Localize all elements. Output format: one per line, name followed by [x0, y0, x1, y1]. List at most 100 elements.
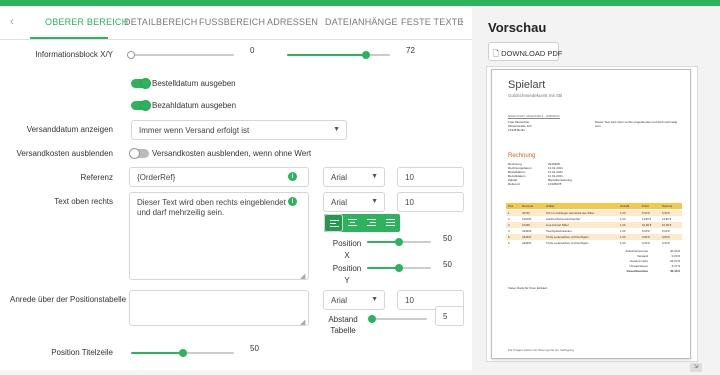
- font-value: Arial: [331, 173, 348, 182]
- position-y-label: Position Y: [332, 264, 362, 285]
- position-x-slider[interactable]: [367, 236, 431, 248]
- resize-handle-icon[interactable]: ◢: [300, 318, 305, 326]
- versandkosten-toggle[interactable]: [129, 148, 149, 159]
- document-icon: 🗋: [493, 49, 500, 58]
- doc-footer-note: Vielen Dank für Ihren Einkauf.: [508, 286, 548, 290]
- text-oben-size-input[interactable]: 10: [397, 192, 464, 212]
- text-oben-font-select[interactable]: Arial ▼: [323, 192, 385, 212]
- tab-oberer-bereich[interactable]: OBERER BEREICH: [45, 17, 128, 27]
- doc-table-cell: 1,00: [620, 223, 626, 227]
- tab-feste-texte[interactable]: FESTE TEXTE: [401, 17, 464, 27]
- versandkosten-label: Versandkosten ausblenden: [16, 149, 113, 158]
- tab-bar: ‹ OBERER BEREICH DETAILBEREICH FUSSBEREI…: [0, 6, 472, 40]
- doc-table-cell: Tauchgoldohrstecker: [546, 229, 572, 233]
- doc-table-cell: 5: [508, 235, 510, 239]
- bezahldatum-toggle[interactable]: [131, 100, 151, 111]
- versanddatum-select[interactable]: Immer wenn Versand erfolgt ist ▼: [131, 120, 347, 140]
- doc-total-label: Umsatzsteuer: [629, 264, 648, 268]
- doc-table-cell: 2: [508, 217, 510, 221]
- referenz-font-select[interactable]: Arial ▼: [323, 167, 385, 187]
- doc-meta-key: Referenz: [508, 182, 521, 186]
- resize-corner-icon[interactable]: ⇲: [690, 363, 702, 372]
- doc-table-cell: 0,00 €: [662, 241, 670, 245]
- doc-table-cell: 444600: [522, 229, 532, 233]
- versanddatum-value: Immer wenn Versand erfolgt ist: [139, 126, 250, 135]
- referenz-input[interactable]: {OrderRef}: [129, 167, 309, 187]
- doc-table-header-cell: Summe: [662, 204, 673, 208]
- doc-total-label: Gesamt netto: [629, 259, 648, 263]
- download-pdf-button[interactable]: 🗋 DOWNLOAD PDF: [488, 42, 563, 61]
- infoblock-x-slider[interactable]: [127, 49, 234, 61]
- infoblock-y-slider[interactable]: [287, 49, 390, 61]
- referenz-size-input[interactable]: 10: [397, 167, 464, 187]
- chevron-down-icon: ▼: [333, 126, 340, 133]
- doc-table-cell: 16,90 €: [662, 223, 672, 227]
- tab-fussbereich[interactable]: FUSSBEREICH: [199, 17, 265, 27]
- doc-bottom-note: Für Fragen stehen wir Ihnen gerne zur Ve…: [508, 348, 575, 352]
- doc-table-cell: 12348: [522, 223, 530, 227]
- doc-table-cell: 121000: [522, 217, 532, 221]
- tab-detailbereich[interactable]: DETAILBEREICH: [124, 17, 197, 27]
- doc-table-row: [506, 234, 682, 240]
- doc-table-cell: 1,00: [620, 217, 626, 221]
- bestelldatum-label: Bestelldatum ausgeben: [152, 79, 236, 88]
- anrede-font-select[interactable]: Arial ▼: [323, 290, 385, 310]
- horizontal-scrollbar[interactable]: [0, 370, 472, 375]
- titelzeile-label: Position Titelzeile: [51, 348, 113, 357]
- doc-table-cell: 0,80 €: [662, 235, 670, 239]
- doc-total-value: 0,00 €: [671, 254, 680, 258]
- info-icon[interactable]: i: [288, 197, 297, 206]
- anrede-textarea[interactable]: [129, 290, 309, 326]
- doc-heading: Rechnung: [508, 153, 536, 159]
- download-pdf-label: DOWNLOAD PDF: [501, 49, 563, 58]
- versandkosten-toggle-label: Versandkosten ausblenden, wenn ohne Wert: [152, 149, 312, 158]
- text-align-group: [324, 214, 400, 232]
- doc-table-cell: 444602: [522, 241, 532, 245]
- font-value: Arial: [331, 198, 348, 207]
- doc-table-cell: Truhe Ledersachen mit Flechtgarn: [546, 235, 589, 239]
- infoblock-label: Informationsblock X/Y: [35, 50, 113, 59]
- position-y-slider[interactable]: [367, 262, 431, 274]
- doc-table-cell: 5,00 €: [642, 229, 650, 233]
- align-justify-icon[interactable]: [381, 214, 400, 232]
- titelzeile-value: 50: [250, 344, 259, 353]
- tab-adressen[interactable]: ADRESSEN: [267, 17, 318, 27]
- doc-total-label: Gesamtsumme: [626, 269, 648, 273]
- doc-table-header-cell: Anzahl: [620, 204, 630, 208]
- doc-table-cell: 5,90 €: [642, 211, 650, 215]
- doc-table-cell: 44720: [522, 211, 530, 215]
- text-oben-rechts-label: Text oben rechts: [54, 197, 113, 206]
- doc-table-cell: 1,00: [620, 241, 626, 245]
- infoblock-x-value: 0: [250, 46, 255, 55]
- text-oben-rechts-textarea[interactable]: Dieser Text wird oben rechts eingeblende…: [129, 192, 309, 280]
- font-value: Arial: [331, 296, 348, 305]
- referenz-label: Referenz: [80, 173, 113, 182]
- active-tab-indicator: [30, 37, 108, 39]
- align-left-icon[interactable]: [324, 214, 343, 232]
- infoblock-y-value: 72: [406, 46, 415, 55]
- doc-table-cell: 11,80 €: [662, 217, 672, 221]
- abstand-tabelle-input[interactable]: 5: [435, 306, 464, 326]
- align-center-icon[interactable]: [343, 214, 362, 232]
- align-right-icon[interactable]: [362, 214, 381, 232]
- chevron-right-icon[interactable]: ›: [460, 16, 464, 28]
- preview-title: Vorschau: [488, 20, 547, 35]
- doc-meta-value: 12345678: [548, 182, 562, 186]
- chevron-left-icon[interactable]: ‹: [10, 16, 14, 28]
- doc-sender-line: Spielart GmbH · Musterstraße 1 · 12345 B…: [508, 115, 560, 119]
- bezahldatum-label: Bezahldatum ausgeben: [152, 101, 237, 110]
- bestelldatum-toggle[interactable]: [131, 78, 151, 89]
- doc-table-cell: 11,80 €: [642, 217, 652, 221]
- doc-table-cell: 444601: [522, 235, 532, 239]
- doc-table-cell: 1,00: [620, 229, 626, 233]
- doc-recipient-3: 12345 Berlin: [508, 128, 525, 132]
- info-icon[interactable]: i: [288, 172, 297, 181]
- tab-dateianhaenge[interactable]: DATEIANHÄNGE: [325, 17, 398, 27]
- doc-table-header-cell: Nummer: [522, 204, 534, 208]
- abstand-tabelle-slider[interactable]: [367, 313, 427, 325]
- resize-handle-icon[interactable]: ◢: [300, 272, 305, 280]
- titelzeile-slider[interactable]: [131, 347, 234, 359]
- doc-table-cell: 1: [508, 211, 510, 215]
- doc-table-header-cell: Artikel: [546, 204, 555, 208]
- doc-table-cell: 16,90 €: [642, 223, 652, 227]
